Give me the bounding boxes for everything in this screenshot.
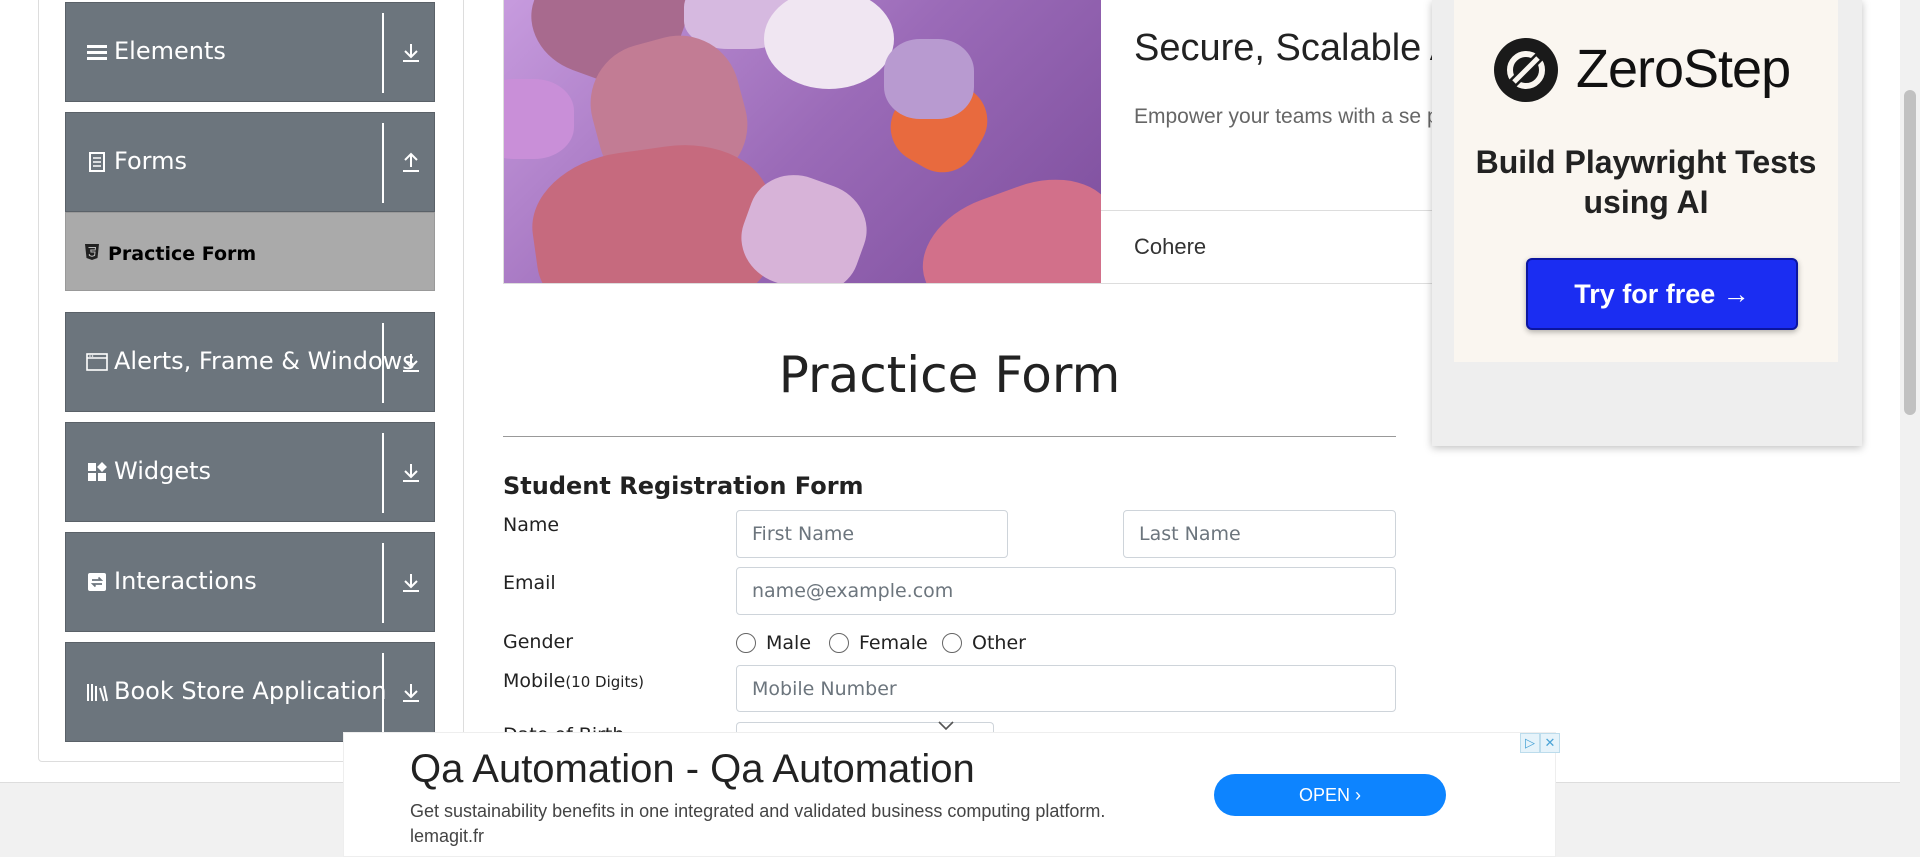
divider: [382, 653, 384, 733]
adchoices-icon[interactable]: ▷: [1520, 733, 1540, 753]
open-label: OPEN: [1298, 785, 1350, 805]
sidebar-group-label: Interactions: [114, 567, 257, 595]
mobile-hint: (10 Digits): [565, 673, 644, 691]
window-icon: [86, 351, 108, 373]
sidebar-group-label: Book Store Application: [114, 677, 387, 705]
download-arrow-icon[interactable]: [399, 351, 423, 375]
mobile-label-text: Mobile: [503, 670, 566, 692]
ad-brand: Cohere: [1134, 234, 1207, 259]
open-button[interactable]: OPEN ›: [1214, 774, 1446, 816]
sidebar-group-alerts-frame-windows[interactable]: Alerts, Frame & Windows: [65, 312, 435, 412]
sidebar-item-label: Practice Form: [108, 243, 257, 265]
document-icon: [86, 151, 108, 173]
scrollbar-thumb[interactable]: [1904, 90, 1916, 415]
download-arrow-icon[interactable]: [399, 41, 423, 65]
qa-automation-ad[interactable]: Qa Automation - Qa Automation Get sustai…: [343, 732, 1560, 857]
radio-circle[interactable]: [942, 633, 962, 653]
sidebar-group-label: Forms: [114, 147, 187, 175]
page-title: Practice Form: [778, 346, 1121, 404]
sidebar-group-label: Widgets: [114, 457, 212, 485]
divider: [382, 123, 384, 203]
gender-radio-male[interactable]: Male: [736, 632, 811, 654]
widgets-icon: [86, 461, 108, 483]
first-name-input[interactable]: [736, 510, 1008, 558]
ad-description: Get sustainability benefits in one integ…: [410, 801, 1106, 846]
html5-icon: [84, 243, 100, 261]
sidebar-group-book-store-application[interactable]: Book Store Application: [65, 642, 435, 742]
try-for-free-button[interactable]: Try for free →: [1526, 258, 1798, 330]
radio-label[interactable]: Female: [859, 632, 928, 654]
ad-artwork: [504, 0, 1101, 283]
mobile-label: Mobile(10 Digits): [503, 670, 644, 692]
zerostep-logo-icon: [1494, 38, 1558, 102]
mobile-input[interactable]: [736, 665, 1396, 712]
upload-arrow-icon[interactable]: [399, 151, 423, 175]
email-input[interactable]: [736, 567, 1396, 615]
ad-description: Empower your teams with a se platform — …: [1134, 105, 1462, 128]
divider: [382, 323, 384, 403]
divider: [382, 543, 384, 623]
sidebar-group-forms[interactable]: Forms: [65, 112, 435, 212]
divider: [382, 433, 384, 513]
scrollbar[interactable]: [1900, 0, 1920, 857]
divider: [382, 13, 384, 93]
sidebar-group-elements[interactable]: Elements: [65, 2, 435, 102]
cohere-ad[interactable]: Secure, Scalable A Empower your teams wi…: [503, 0, 1463, 284]
sidebar-group-label: Alerts, Frame & Windows: [114, 347, 415, 375]
divider: [503, 436, 1396, 437]
sidebar-item-practice-form[interactable]: Practice Form: [65, 212, 435, 291]
ad-tagline: Build Playwright Tests using AI: [1475, 144, 1817, 220]
radio-label[interactable]: Other: [972, 632, 1026, 654]
interactions-icon: [86, 571, 108, 593]
email-label: Email: [503, 572, 556, 594]
close-icon[interactable]: ✕: [1540, 733, 1560, 753]
radio-circle[interactable]: [736, 633, 756, 653]
ad-panel: ZeroStep Build Playwright Tests using AI…: [1454, 0, 1838, 362]
radio-label[interactable]: Male: [766, 632, 811, 654]
sidebar-group-interactions[interactable]: Interactions: [65, 532, 435, 632]
divider: [1101, 210, 1462, 211]
sidebar-group-label: Elements: [114, 37, 226, 65]
download-arrow-icon[interactable]: [399, 461, 423, 485]
name-label: Name: [503, 514, 560, 536]
gender-radio-other[interactable]: Other: [942, 632, 1026, 654]
books-icon: [86, 681, 108, 703]
zerostep-ad[interactable]: ZeroStep Build Playwright Tests using AI…: [1432, 0, 1862, 446]
download-arrow-icon[interactable]: [399, 681, 423, 705]
ad-headline: Qa Automation - Qa Automation: [410, 747, 975, 791]
gender-label: Gender: [503, 631, 574, 653]
radio-circle[interactable]: [829, 633, 849, 653]
chevron-right-icon: ›: [1355, 785, 1362, 805]
gender-radio-female[interactable]: Female: [829, 632, 928, 654]
form-heading: Student Registration Form: [503, 472, 864, 500]
sidebar-group-widgets[interactable]: Widgets: [65, 422, 435, 522]
ad-logo-text: ZeroStep: [1576, 39, 1791, 99]
last-name-input[interactable]: [1123, 510, 1396, 558]
ad-headline: Secure, Scalable A: [1134, 27, 1456, 69]
list-icon: [86, 41, 108, 63]
download-arrow-icon[interactable]: [399, 571, 423, 595]
